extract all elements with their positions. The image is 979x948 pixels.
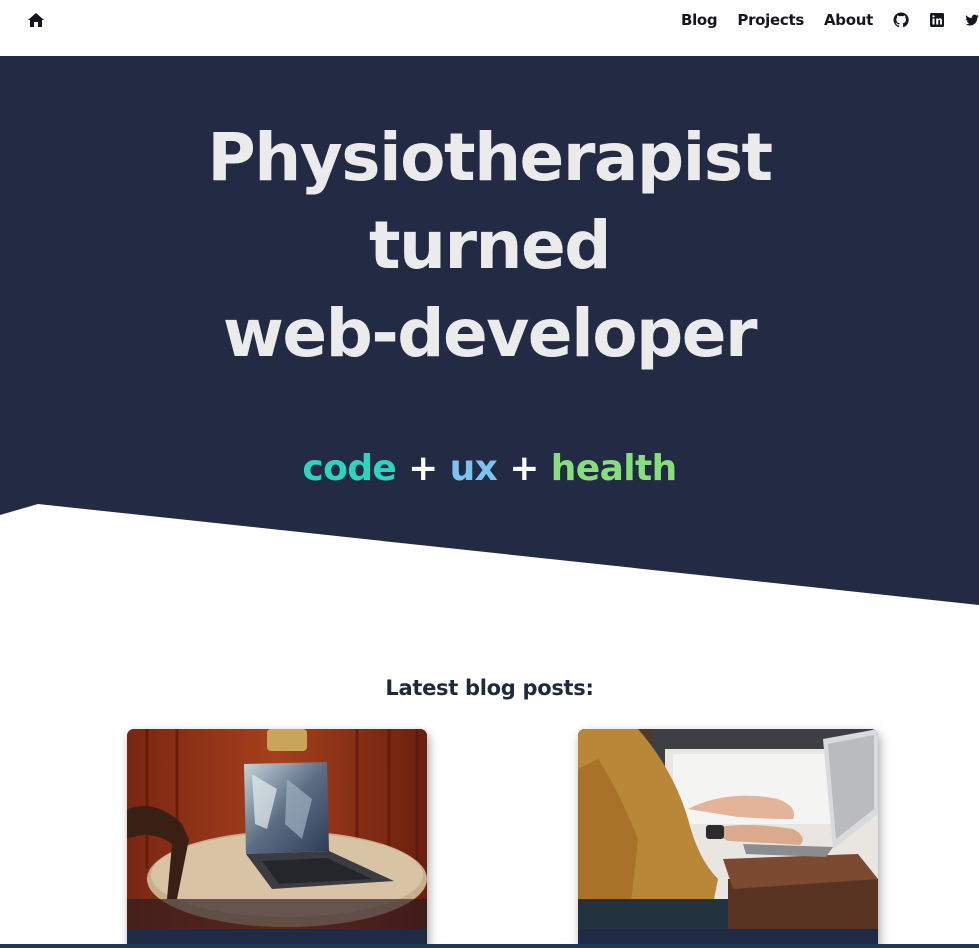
tagline-ux: ux	[449, 448, 498, 489]
twitter-link[interactable]	[965, 12, 979, 28]
home-link[interactable]	[27, 12, 45, 28]
hero-title-line-3: web-developer	[222, 295, 758, 372]
nav-link-blog[interactable]: Blog	[681, 11, 718, 29]
hero-tagline: code + ux + health	[0, 448, 979, 489]
hero-title: Physiotherapist turned web-developer	[0, 114, 979, 378]
nav-link-about[interactable]: About	[824, 11, 873, 29]
linkedin-link[interactable]	[929, 12, 945, 28]
hero-title-line-1: Physiotherapist	[207, 119, 773, 196]
nav-link-projects[interactable]: Projects	[737, 11, 804, 29]
hero-title-line-2: turned	[368, 207, 612, 284]
tagline-health: health	[550, 448, 678, 489]
github-link[interactable]	[893, 12, 909, 28]
twitter-icon	[965, 14, 979, 26]
hero-section: Physiotherapist turned web-developer cod…	[0, 56, 979, 616]
home-icon	[28, 13, 44, 27]
top-navbar: Blog Projects About	[0, 0, 979, 56]
page: Blog Projects About Physiotherapist turn…	[0, 0, 979, 948]
linkedin-icon	[930, 13, 944, 27]
tagline-code: code	[302, 448, 397, 489]
blog-card-2[interactable]	[578, 729, 878, 948]
tagline-plus-1: +	[408, 448, 438, 489]
person-typing-on-laptop-photo	[578, 729, 878, 929]
nav-links: Blog Projects About	[681, 0, 979, 40]
latest-posts-heading: Latest blog posts:	[385, 676, 594, 700]
blog-card-1[interactable]	[127, 729, 427, 948]
github-icon	[893, 12, 909, 28]
tagline-plus-2: +	[509, 448, 539, 489]
laptop-on-round-table-photo	[127, 729, 427, 929]
page-bottom-bar	[0, 944, 979, 948]
